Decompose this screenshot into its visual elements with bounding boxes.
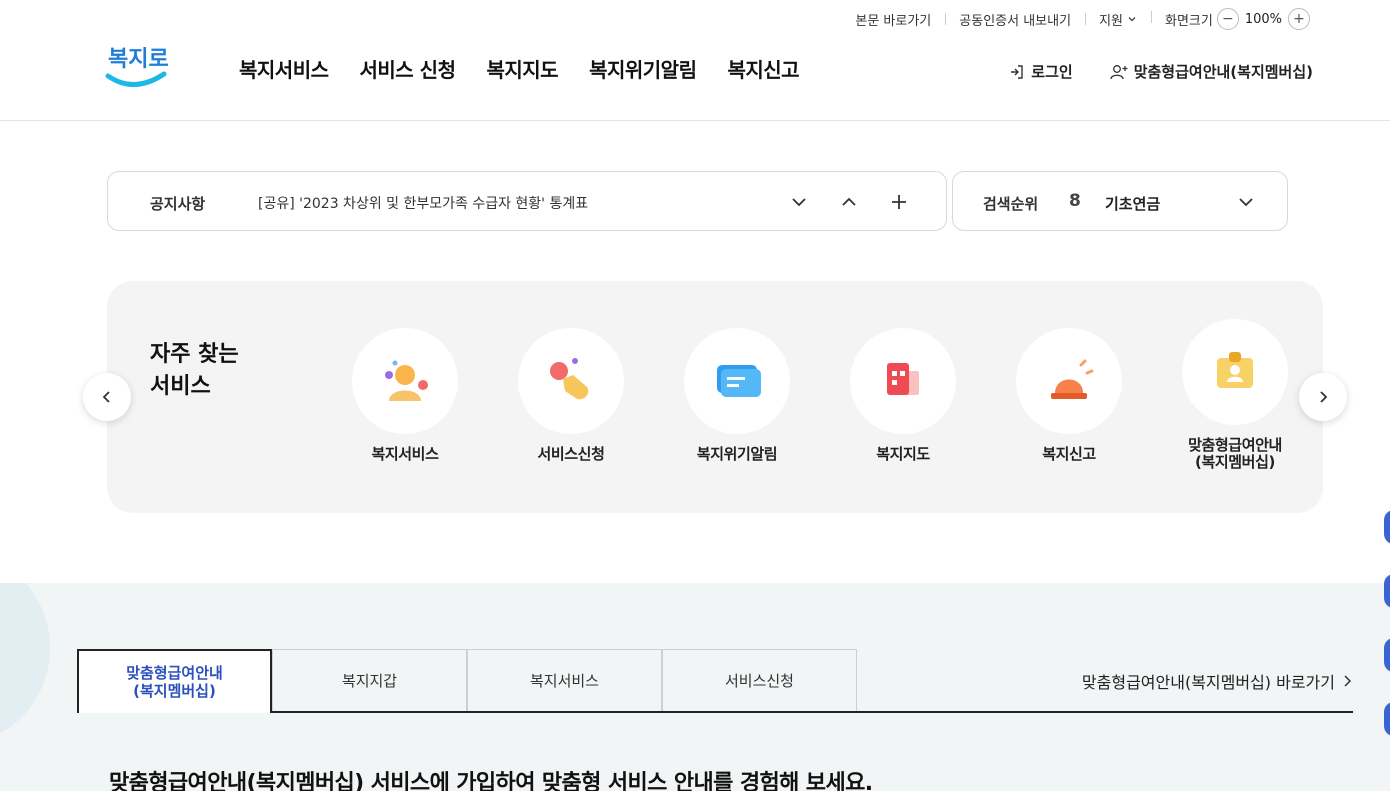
- search-rank-number: 8: [1069, 191, 1081, 211]
- service-card-apply[interactable]: 서비스신청: [501, 328, 641, 463]
- zoom-label: 화면크기: [1164, 13, 1213, 29]
- login-link[interactable]: 로그인: [1008, 61, 1073, 82]
- nav-item-welfare-map[interactable]: 복지지도: [486, 54, 558, 83]
- map-grid-icon: [850, 328, 956, 434]
- chevron-up-icon: [842, 197, 856, 206]
- zoom-out-button[interactable]: −: [1216, 8, 1239, 30]
- cert-export-label: 공동인증서 내보내기: [959, 13, 1072, 29]
- notice-text-link[interactable]: [공유] '2023 차상위 및 한부모가족 수급자 현황' 통계표: [258, 193, 588, 213]
- person-icon: [352, 328, 458, 434]
- support-label: 지원: [1099, 13, 1123, 29]
- frequent-title-line2: 서비스: [150, 374, 211, 399]
- nav-item-welfare-report[interactable]: 복지신고: [727, 54, 799, 83]
- search-rank-keyword: 기초연금: [1105, 195, 1161, 213]
- service-card-welfare-map[interactable]: 복지지도: [833, 328, 973, 463]
- notice-more-button[interactable]: [886, 189, 912, 215]
- membership-section: 맞춤형급여안내 (복지멤버십) 복지지갑 복지서비스 서비스신청 맞춤형급여안내…: [0, 583, 1390, 791]
- chevron-right-icon: [1320, 391, 1328, 403]
- hand-pointer-icon: [518, 328, 624, 434]
- site-header: 본문 바로가기 공동인증서 내보내기 지원 화면크기 − 100% + 복지로 …: [0, 0, 1390, 121]
- service-card-welfare[interactable]: 복지서비스: [335, 328, 475, 463]
- zoom-in-button[interactable]: +: [1288, 8, 1310, 30]
- utility-bar: 본문 바로가기 공동인증서 내보내기 지원 화면크기 − 100% +: [841, 8, 1324, 30]
- message-icon: [684, 328, 790, 434]
- login-icon: [1011, 64, 1023, 79]
- service-card-welfare-report[interactable]: 복지신고: [999, 328, 1139, 463]
- nav-item-welfare-service[interactable]: 복지서비스: [239, 54, 329, 83]
- main-navigation: 복지서비스 서비스 신청 복지지도 복지위기알림 복지신고: [239, 54, 800, 83]
- service-label: 복지지도: [876, 445, 930, 463]
- skip-to-content-label: 본문 바로가기: [855, 13, 932, 29]
- service-card-membership[interactable]: 맞춤형급여안내 (복지멤버십): [1165, 319, 1305, 471]
- membership-shortcut-link[interactable]: 맞춤형급여안내(복지멤버십) 바로가기: [1082, 669, 1353, 693]
- nav-item-service-apply[interactable]: 서비스 신청: [360, 54, 456, 83]
- user-add-icon: [1110, 64, 1128, 79]
- search-rank-label: 검색순위: [983, 195, 1039, 213]
- membership-label: 맞춤형급여안내(복지멤버십): [1133, 63, 1313, 81]
- search-rank-toggle[interactable]: [1233, 189, 1259, 215]
- chevron-right-icon: [1344, 675, 1352, 687]
- zoom-value: 100%: [1244, 11, 1282, 27]
- id-badge-icon: [1182, 319, 1288, 425]
- chevron-down-icon: [792, 198, 806, 207]
- section-tagline: 맞춤형급여안내(복지멤버십) 서비스에 가입하여 맞춤형 서비스 안내를 경험해…: [109, 771, 873, 791]
- notice-prev-button[interactable]: [836, 189, 862, 215]
- search-rank-dropdown[interactable]: 검색순위 8 기초연금: [952, 171, 1288, 231]
- floating-quick-button[interactable]: [1384, 638, 1390, 672]
- membership-link[interactable]: 맞춤형급여안내(복지멤버십): [1109, 61, 1313, 82]
- carousel-prev-button[interactable]: [83, 373, 131, 421]
- skip-to-content-link[interactable]: 본문 바로가기: [841, 10, 945, 29]
- service-label: 복지서비스: [371, 445, 439, 463]
- tab-welfare-service[interactable]: 복지서비스: [467, 649, 662, 711]
- service-label: 맞춤형급여안내 (복지멤버십): [1188, 436, 1282, 471]
- site-logo[interactable]: 복지로: [104, 36, 170, 94]
- siren-icon: [1016, 328, 1122, 434]
- plus-icon: [892, 195, 906, 209]
- floating-quick-button[interactable]: [1384, 574, 1390, 608]
- bokjiro-logo-icon: 복지로: [105, 47, 169, 87]
- service-label: 서비스신청: [537, 445, 605, 463]
- service-label: 복지신고: [1042, 445, 1096, 463]
- carousel-next-button[interactable]: [1299, 373, 1347, 421]
- header-actions: 로그인 맞춤형급여안내(복지멤버십): [1008, 61, 1313, 82]
- svg-text:복지로: 복지로: [108, 47, 169, 72]
- floating-quick-button[interactable]: [1384, 702, 1390, 736]
- chevron-left-icon: [102, 391, 110, 403]
- support-dropdown[interactable]: 지원: [1085, 10, 1151, 29]
- chevron-down-icon: [1128, 17, 1136, 22]
- decorative-circle: [0, 583, 50, 743]
- tab-welfare-wallet[interactable]: 복지지갑: [272, 649, 467, 711]
- cert-export-link[interactable]: 공동인증서 내보내기: [945, 10, 1085, 29]
- membership-shortcut-label: 맞춤형급여안내(복지멤버십) 바로가기: [1081, 673, 1335, 692]
- zoom-control: 화면크기 − 100% +: [1150, 8, 1324, 30]
- service-card-crisis-alert[interactable]: 복지위기알림: [667, 328, 807, 463]
- tab-service-apply[interactable]: 서비스신청: [662, 649, 857, 711]
- notice-label: 공지사항: [150, 195, 206, 213]
- frequent-services-title: 자주 찾는 서비스: [150, 339, 239, 403]
- nav-item-crisis-alert[interactable]: 복지위기알림: [589, 54, 697, 83]
- frequent-services-panel: 자주 찾는 서비스 복지서비스 서비스신청 복지위기알림 복지지도 복지신고 맞…: [107, 281, 1323, 513]
- login-label: 로그인: [1031, 63, 1073, 81]
- chevron-down-icon: [1239, 198, 1253, 207]
- notice-next-button[interactable]: [786, 189, 812, 215]
- service-label: 복지위기알림: [696, 445, 778, 463]
- section-tabs: 맞춤형급여안내 (복지멤버십) 복지지갑 복지서비스 서비스신청 맞춤형급여안내…: [77, 649, 1353, 713]
- frequent-title-line1: 자주 찾는: [150, 342, 239, 367]
- floating-quick-button[interactable]: [1384, 510, 1390, 544]
- tab-membership[interactable]: 맞춤형급여안내 (복지멤버십): [77, 649, 272, 713]
- notice-bar: 공지사항 [공유] '2023 차상위 및 한부모가족 수급자 현황' 통계표: [107, 171, 947, 231]
